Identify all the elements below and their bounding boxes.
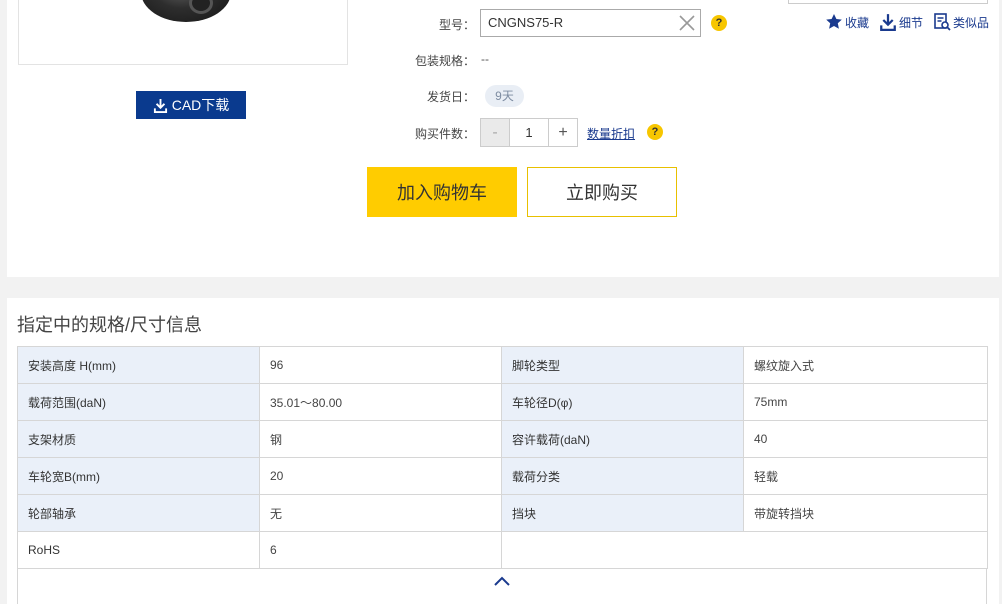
spec-value: 钢 — [259, 420, 502, 458]
spec-key: 载荷分类 — [501, 457, 744, 495]
spec-value: 轻载 — [743, 457, 988, 495]
model-help-icon[interactable]: ? — [711, 15, 727, 31]
download-icon — [153, 98, 167, 113]
qty-label: 购买件数： — [414, 127, 475, 141]
table-row: 支架材质 钢 容许载荷(daN) 40 — [17, 420, 988, 458]
product-image — [18, 0, 348, 65]
model-field[interactable]: CNGNS75-R — [480, 9, 701, 37]
qty-increment-button[interactable]: + — [548, 119, 577, 146]
spec-key: 车轮径D(φ) — [501, 383, 744, 421]
spec-table: 安装高度 H(mm) 96 脚轮类型 螺纹旋入式 载荷范围(daN) 35.01… — [17, 346, 988, 569]
table-row: 载荷范围(daN) 35.01～80.00 车轮径D(φ) 75mm — [17, 383, 988, 421]
top-right-panel-edge — [788, 0, 988, 4]
ship-label: 发货日： — [426, 90, 475, 104]
detail-label: 细节 — [899, 15, 924, 30]
spec-key: 容许载荷(daN) — [501, 420, 744, 458]
qty-input[interactable]: 1 — [510, 119, 548, 146]
discount-help-icon[interactable]: ? — [647, 124, 663, 140]
caster-wheel-image — [141, 0, 231, 22]
table-row: RoHS 6 — [17, 531, 988, 569]
spec-value: 40 — [743, 420, 988, 458]
detail-button[interactable]: 细节 — [879, 13, 923, 31]
spec-value: 20 — [259, 457, 502, 495]
cad-download-label: CAD下载 — [171, 97, 230, 113]
similar-button[interactable]: 类似品 — [933, 13, 989, 31]
spec-empty-cell — [501, 531, 988, 569]
spec-key: 安装高度 H(mm) — [17, 346, 260, 384]
table-row: 轮部轴承 无 挡块 带旋转挡块 — [17, 494, 988, 532]
quantity-stepper: - 1 + — [480, 118, 578, 147]
cad-download-button[interactable]: CAD下载 — [136, 91, 246, 119]
spec-key: 支架材质 — [17, 420, 260, 458]
table-row: 车轮宽B(mm) 20 载荷分类 轻载 — [17, 457, 988, 495]
table-row: 安装高度 H(mm) 96 脚轮类型 螺纹旋入式 — [17, 346, 988, 384]
spec-key: 轮部轴承 — [17, 494, 260, 532]
product-actions: 收藏 细节 类似品 — [825, 13, 989, 31]
spec-key: 脚轮类型 — [501, 346, 744, 384]
spec-title: 指定中的规格/尺寸信息 — [17, 315, 202, 335]
package-value: -- — [481, 52, 489, 66]
model-value: CNGNS75-R — [488, 15, 564, 30]
document-search-icon — [934, 13, 951, 31]
spec-value: 75mm — [743, 383, 988, 421]
spec-key: 挡块 — [501, 494, 744, 532]
package-label: 包装规格： — [414, 54, 475, 68]
quantity-discount-link[interactable]: 数量折扣 — [587, 125, 635, 142]
buy-now-button[interactable]: 立即购买 — [527, 167, 677, 217]
add-to-cart-button[interactable]: 加入购物车 — [367, 167, 517, 217]
download-icon — [880, 14, 896, 31]
product-summary-card: CAD下载 型号： CNGNS75-R ? 收藏 细节 类似品 包装规格： --… — [7, 0, 999, 277]
spec-card: 指定中的规格/尺寸信息 安装高度 H(mm) 96 脚轮类型 螺纹旋入式 载荷范… — [7, 298, 999, 604]
spec-value: 35.01～80.00 — [259, 383, 502, 421]
spec-key: 载荷范围(daN) — [17, 383, 260, 421]
spec-value: 螺纹旋入式 — [743, 346, 988, 384]
clear-icon[interactable] — [676, 12, 698, 34]
spec-value: 带旋转挡块 — [743, 494, 988, 532]
chevron-up-icon — [494, 576, 510, 586]
similar-label: 类似品 — [953, 15, 990, 30]
favorite-label: 收藏 — [845, 15, 870, 30]
spec-key: 车轮宽B(mm) — [17, 457, 260, 495]
spec-value: 6 — [259, 531, 502, 569]
spec-value: 96 — [259, 346, 502, 384]
spec-value: 无 — [259, 494, 502, 532]
ship-days-badge: 9天 — [485, 85, 524, 107]
model-label: 型号： — [438, 18, 475, 32]
spec-key: RoHS — [17, 531, 260, 569]
favorite-button[interactable]: 收藏 — [825, 13, 869, 31]
collapse-table-button[interactable] — [17, 568, 987, 604]
qty-decrement-button[interactable]: - — [481, 119, 510, 146]
star-icon — [826, 14, 842, 29]
